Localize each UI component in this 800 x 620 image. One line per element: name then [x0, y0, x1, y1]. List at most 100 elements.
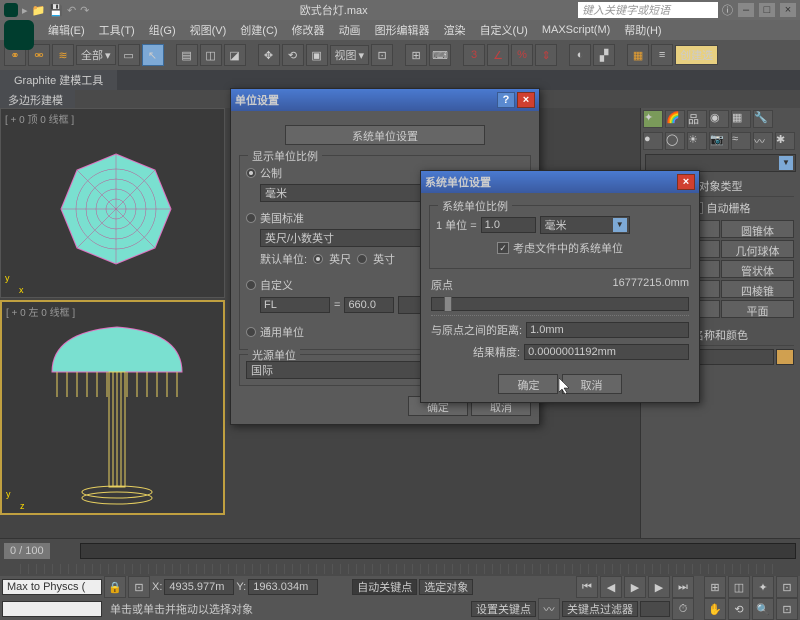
- shapes-icon[interactable]: ◯: [665, 132, 685, 150]
- utilities-tab-icon[interactable]: 🔧: [753, 110, 773, 128]
- named-sel-icon[interactable]: ◐: [569, 44, 591, 66]
- timeline-track[interactable]: [80, 543, 796, 559]
- window-crossing-icon[interactable]: ◪: [224, 44, 246, 66]
- nav-icon-4[interactable]: ⊡: [776, 576, 798, 598]
- nav-icon-1[interactable]: ⊞: [704, 576, 726, 598]
- lock-icon[interactable]: 🔒: [104, 576, 126, 598]
- help-button[interactable]: ?: [497, 92, 515, 108]
- redo-icon[interactable]: ↷: [80, 4, 89, 17]
- menu-render[interactable]: 渲染: [438, 20, 472, 40]
- select-manip-icon[interactable]: ⊞: [405, 44, 427, 66]
- hierarchy-tab-icon[interactable]: 品: [687, 110, 707, 128]
- systems-icon[interactable]: ✱: [775, 132, 795, 150]
- geometry-icon[interactable]: ●: [643, 132, 663, 150]
- open-icon[interactable]: 📁: [32, 4, 46, 17]
- select-object-icon[interactable]: ↖: [142, 44, 164, 66]
- script-input[interactable]: [2, 601, 102, 617]
- us-radio[interactable]: [246, 213, 256, 223]
- nav-icon-2[interactable]: ◫: [728, 576, 750, 598]
- nav-icon-3[interactable]: ✦: [752, 576, 774, 598]
- color-swatch[interactable]: [776, 349, 794, 365]
- prev-frame-icon[interactable]: ◀: [600, 576, 622, 598]
- generic-radio[interactable]: [246, 327, 256, 337]
- keyboard-icon[interactable]: ⌨: [429, 44, 451, 66]
- save-icon[interactable]: 💾: [49, 4, 63, 17]
- metric-radio[interactable]: [246, 168, 256, 178]
- cameras-icon[interactable]: 📷: [709, 132, 729, 150]
- viewport-left[interactable]: [ + 0 左 0 线框 ] y z: [0, 300, 225, 515]
- poly-model-tab[interactable]: 多边形建模: [0, 90, 75, 108]
- menu-help[interactable]: 帮助(H): [618, 20, 667, 40]
- scale-icon[interactable]: ▣: [306, 44, 328, 66]
- menu-tools[interactable]: 工具(T): [93, 20, 141, 40]
- menu-anim[interactable]: 动画: [333, 20, 367, 40]
- custom-unit-input[interactable]: FL: [260, 297, 330, 313]
- frame-input[interactable]: [640, 601, 670, 617]
- selected-obj[interactable]: 选定对象: [419, 579, 473, 595]
- spinner-snap-icon[interactable]: ⇕: [535, 44, 557, 66]
- max-viewport-icon[interactable]: ⊡: [776, 598, 798, 620]
- close-button[interactable]: ×: [780, 3, 796, 17]
- menu-create[interactable]: 创建(C): [234, 20, 283, 40]
- menu-custom[interactable]: 自定义(U): [474, 20, 534, 40]
- menu-edit[interactable]: 编辑(E): [42, 20, 91, 40]
- unit-value-input[interactable]: 1.0: [481, 217, 536, 233]
- ref-coord[interactable]: 视图 ▾: [330, 45, 370, 65]
- key-mode-icon[interactable]: 〰: [538, 598, 560, 620]
- pyramid-button[interactable]: 四棱锥: [721, 280, 794, 298]
- select-region-icon[interactable]: ◫: [200, 44, 222, 66]
- create-tab-icon[interactable]: ✦: [643, 110, 663, 128]
- help-icon[interactable]: ⓘ: [722, 2, 733, 18]
- x-coord[interactable]: 4935.977m: [164, 579, 234, 595]
- inch-radio[interactable]: [357, 254, 367, 264]
- geosphere-button[interactable]: 几何球体: [721, 240, 794, 258]
- undo-icon[interactable]: ↶: [67, 4, 76, 17]
- menu-graph[interactable]: 图形编辑器: [369, 20, 436, 40]
- time-slider[interactable]: 0 / 100: [4, 543, 50, 559]
- custom-radio[interactable]: [246, 280, 256, 290]
- zoom-icon[interactable]: 🔍: [752, 598, 774, 620]
- feet-radio[interactable]: [313, 254, 323, 264]
- set-key-button[interactable]: 设置关键点: [471, 601, 536, 617]
- custom-value-input[interactable]: 660.0: [344, 297, 394, 313]
- next-frame-icon[interactable]: ▶: [648, 576, 670, 598]
- origin-slider[interactable]: [431, 297, 689, 311]
- lights-icon[interactable]: ☀: [687, 132, 707, 150]
- pivot-icon[interactable]: ⊡: [371, 44, 393, 66]
- key-filter-button[interactable]: 关键点过滤器: [562, 601, 638, 617]
- time-config-icon[interactable]: ⏱: [672, 598, 694, 620]
- search-input[interactable]: 键入关键字或短语: [578, 2, 718, 18]
- viewport-top[interactable]: [ + 0 顶 0 线框 ] y x: [0, 108, 225, 298]
- goto-start-icon[interactable]: ⏮: [576, 576, 598, 598]
- close-button[interactable]: ×: [517, 92, 535, 108]
- file-icon[interactable]: ▸: [22, 4, 28, 17]
- goto-end-icon[interactable]: ⏭: [672, 576, 694, 598]
- distance-input[interactable]: 1.0mm: [526, 322, 689, 338]
- consider-checkbox[interactable]: ✓: [497, 242, 509, 254]
- create-sel[interactable]: 创建选: [675, 45, 718, 65]
- spacewarps-icon[interactable]: 〰: [753, 132, 773, 150]
- percent-snap-icon[interactable]: %: [511, 44, 533, 66]
- select-icon[interactable]: ▭: [118, 44, 140, 66]
- bind-icon[interactable]: ≋: [52, 44, 74, 66]
- select-name-icon[interactable]: ▤: [176, 44, 198, 66]
- auto-key-button[interactable]: 自动关键点: [352, 579, 417, 595]
- unit-type-dropdown[interactable]: 毫米: [540, 216, 630, 234]
- snap-icon[interactable]: 3: [463, 44, 485, 66]
- modify-tab-icon[interactable]: 🌈: [665, 110, 685, 128]
- menu-group[interactable]: 组(G): [143, 20, 182, 40]
- menu-maxscript[interactable]: MAXScript(M): [536, 22, 616, 38]
- rotate-icon[interactable]: ⟲: [282, 44, 304, 66]
- layers-icon[interactable]: ≡: [651, 44, 673, 66]
- align-icon[interactable]: ▦: [627, 44, 649, 66]
- mirror-icon[interactable]: ▞: [593, 44, 615, 66]
- angle-snap-icon[interactable]: ∠: [487, 44, 509, 66]
- selection-filter[interactable]: 全部 ▾: [76, 45, 116, 65]
- system-unit-titlebar[interactable]: 系统单位设置 ×: [421, 171, 699, 193]
- system-unit-setup-button[interactable]: 系统单位设置: [285, 125, 485, 145]
- orbit-icon[interactable]: ⟲: [728, 598, 750, 620]
- tube-button[interactable]: 管状体: [721, 260, 794, 278]
- ok-button[interactable]: 确定: [498, 374, 558, 394]
- plane-button[interactable]: 平面: [721, 300, 794, 318]
- y-coord[interactable]: 1963.034m: [248, 579, 318, 595]
